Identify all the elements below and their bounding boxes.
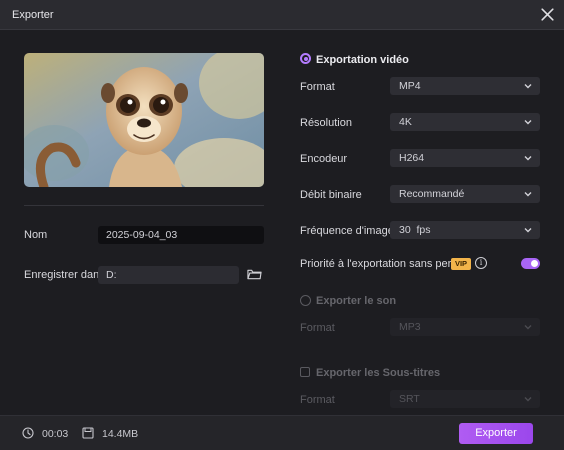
video-export-heading: Exportation vidéo [316,54,409,66]
format-label: Format [300,81,335,93]
chevron-down-icon [524,228,532,233]
video-preview-thumbnail [24,53,264,187]
framerate-value: 30 fps [399,224,431,236]
format-select[interactable]: MP4 [390,77,540,95]
lossless-priority-toggle[interactable] [521,258,540,269]
window-title: Exporter [12,9,54,21]
file-size-icon [82,427,94,439]
save-location-input[interactable] [98,266,239,284]
bitrate-value: Recommandé [399,188,465,200]
audio-export-heading: Exporter le son [316,295,397,307]
duration-text: 00:03 [42,428,69,440]
resolution-label: Résolution [300,117,352,129]
lossless-priority-label: Priorité à l'exportation sans perte [300,258,461,270]
export-button[interactable]: Exporter [459,423,533,444]
folder-icon[interactable] [247,267,262,281]
audio-format-label: Format [300,322,335,334]
resolution-select[interactable]: 4K [390,113,540,131]
vip-badge: VIP [451,258,471,270]
title-bar: Exporter [0,0,564,30]
video-export-radio[interactable] [300,53,311,64]
footer-bar: 00:03 14.4MB Exporter [0,415,564,450]
subtitles-format-label: Format [300,394,335,406]
subtitles-export-heading: Exporter les Sous-titres [316,367,441,379]
audio-format-value: MP3 [399,321,421,333]
chevron-down-icon [524,325,532,330]
file-size-text: 14.4MB [102,428,139,440]
audio-export-radio[interactable] [300,295,311,306]
framerate-select[interactable]: 30 fps [390,221,540,239]
encoder-value: H264 [399,152,425,164]
format-value: MP4 [399,80,421,92]
close-icon[interactable] [539,6,556,23]
clock-icon [22,427,34,439]
divider [24,205,264,206]
bitrate-label: Débit binaire [300,189,362,201]
framerate-label: Fréquence d'image [300,225,394,237]
subtitles-format-select[interactable]: SRT [390,390,540,408]
subtitles-export-checkbox[interactable] [300,367,310,377]
bitrate-select[interactable]: Recommandé [390,185,540,203]
info-icon[interactable]: i [475,257,487,269]
chevron-down-icon [524,120,532,125]
audio-format-select[interactable]: MP3 [390,318,540,336]
chevron-down-icon [524,84,532,89]
encoder-label: Encodeur [300,153,348,165]
encoder-select[interactable]: H264 [390,149,540,167]
name-input[interactable] [98,226,264,244]
chevron-down-icon [524,192,532,197]
save-location-label: Enregistrer dans [24,269,105,281]
chevron-down-icon [524,397,532,402]
chevron-down-icon [524,156,532,161]
export-panel: Nom Enregistrer dans Exportation vidéo F… [0,31,564,415]
name-label: Nom [24,229,48,241]
subtitles-format-value: SRT [399,393,420,405]
resolution-value: 4K [399,116,412,128]
